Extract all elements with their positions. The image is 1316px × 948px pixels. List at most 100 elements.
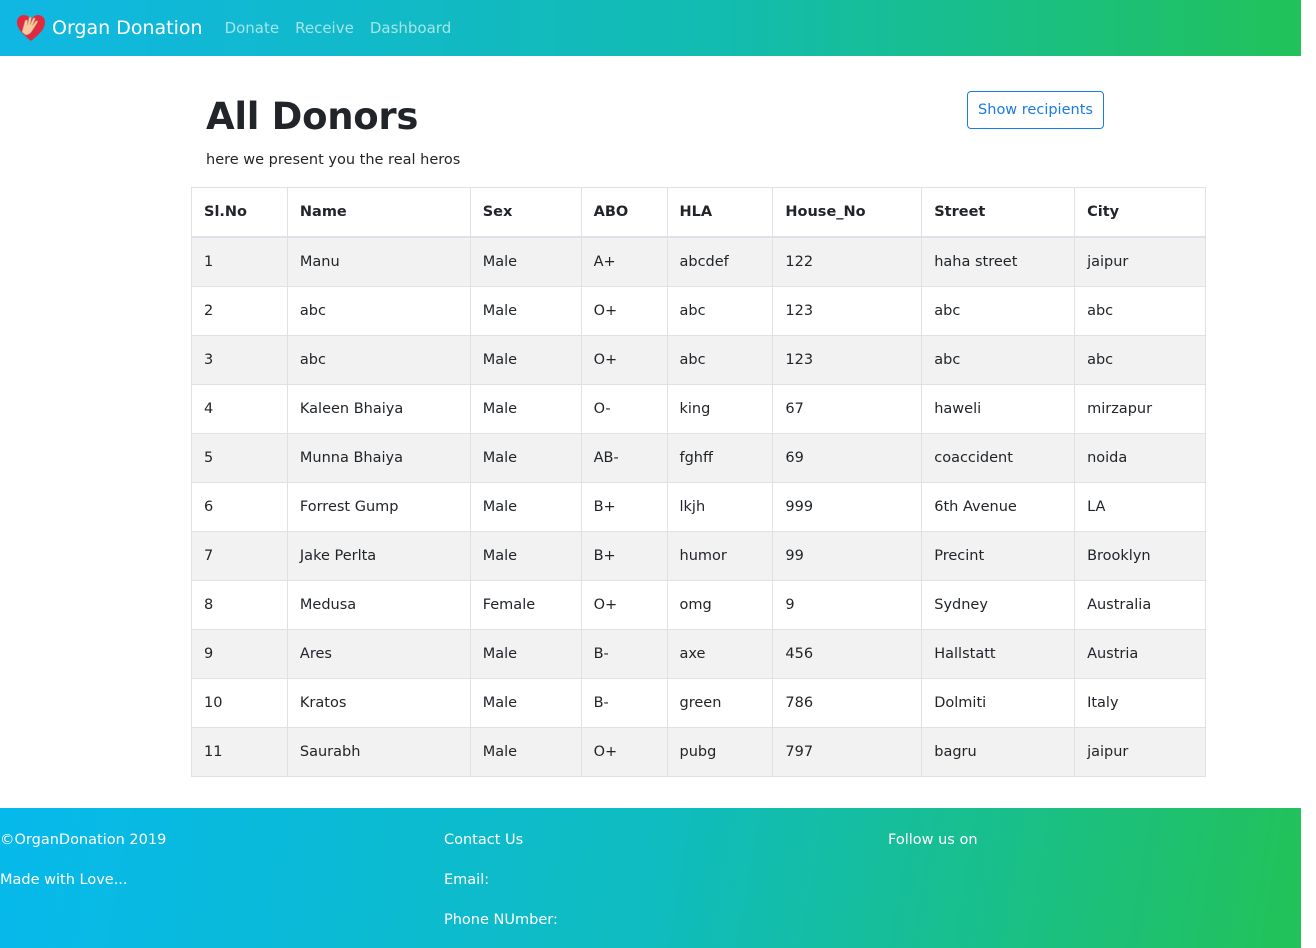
sl-no-cell: 6 <box>191 482 288 532</box>
nav-links: Donate Receive Dashboard <box>225 19 468 37</box>
house-no-cell: 123 <box>772 335 923 385</box>
table-row: 2 abc Male O+ abc 123 abc abc <box>191 286 1206 336</box>
footer-phone-label: Phone NUmber: <box>444 912 558 928</box>
name-cell: abc <box>286 286 471 336</box>
column-header: House_No <box>772 187 923 238</box>
street-cell: Precint <box>921 531 1076 581</box>
house-no-cell: 69 <box>772 433 923 483</box>
table-row: 11 Saurabh Male O+ pubg 797 bagru jaipur <box>191 727 1206 777</box>
city-cell: Italy <box>1074 678 1206 728</box>
footer-contact-heading: Contact Us <box>444 832 524 848</box>
sex-cell: Male <box>469 384 582 434</box>
name-cell: Kaleen Bhaiya <box>286 384 471 434</box>
donors-table: Sl.No Name Sex ABO HLA House_No Street C… <box>191 187 1206 777</box>
city-cell: noida <box>1074 433 1206 483</box>
street-cell: abc <box>921 335 1076 385</box>
table-row: 9 Ares Male B-axe 456 Hallstatt Austria <box>191 629 1206 679</box>
column-header: Sex <box>469 187 582 238</box>
sl-no-cell: 2 <box>191 286 288 336</box>
footer-email-label: Email: <box>444 872 490 888</box>
brand-link[interactable]: Organ Donation <box>15 12 203 44</box>
street-cell: haweli <box>921 384 1076 434</box>
sl-no-cell: 3 <box>191 335 288 385</box>
donor-rows: 1 Manu Male A+ abcdef 122 haha street jaipur 2 ab… <box>191 236 1206 777</box>
hla-cell: pubg <box>666 727 774 777</box>
hla-cell: green <box>666 678 774 728</box>
sex-cell: Female <box>469 580 582 630</box>
hla-cell: fghff <box>666 433 774 483</box>
sex-cell: Male <box>469 335 582 385</box>
house-no-cell: 9 <box>772 580 923 630</box>
name-cell: Kratos <box>286 678 471 728</box>
hla-cell: lkjh <box>666 482 774 532</box>
street-cell: bagru <box>921 727 1076 777</box>
house-no-cell: 786 <box>772 678 923 728</box>
abo-cell: O+ <box>580 286 668 336</box>
city-cell: Austria <box>1074 629 1206 679</box>
street-cell: haha street <box>921 236 1076 287</box>
abo-cell: O- <box>580 384 668 434</box>
house-no-cell: 123 <box>772 286 923 336</box>
name-cell: Manu <box>286 236 471 287</box>
column-header: ABO <box>580 187 668 238</box>
page-subtitle: here we present you the real heros <box>206 152 461 168</box>
city-cell: Australia <box>1074 580 1206 630</box>
house-no-cell: 122 <box>772 236 923 287</box>
sex-cell: Male <box>469 678 582 728</box>
sex-cell: Male <box>469 727 582 777</box>
hla-cell: king <box>666 384 774 434</box>
hla-cell: abc <box>666 335 774 385</box>
sl-no-cell: 9 <box>191 629 288 679</box>
footer: ©OrganDonation 2019 Made with Love... Co… <box>0 808 1301 948</box>
sl-no-cell: 10 <box>191 678 288 728</box>
sex-cell: Male <box>469 286 582 336</box>
name-cell: Medusa <box>286 580 471 630</box>
abo-cell: B+ <box>580 482 668 532</box>
navbar: Organ Donation Donate Receive Dashboard <box>0 0 1301 56</box>
brand-name: Organ Donation <box>52 17 203 39</box>
name-cell: Saurabh <box>286 727 471 777</box>
sl-no-cell: 1 <box>191 236 288 287</box>
sl-no-cell: 5 <box>191 433 288 483</box>
heart-hand-icon <box>17 15 45 41</box>
sl-no-cell: 8 <box>191 580 288 630</box>
house-no-cell: 67 <box>772 384 923 434</box>
house-no-cell: 797 <box>772 727 923 777</box>
hla-cell: humor <box>666 531 774 581</box>
name-cell: Munna Bhaiya <box>286 433 471 483</box>
nav-link-donate[interactable]: Donate <box>225 19 280 37</box>
city-cell: jaipur <box>1074 236 1206 287</box>
city-cell: abc <box>1074 335 1206 385</box>
house-no-cell: 456 <box>772 629 923 679</box>
table-row: 6 Forrest Gump Male B+ lkjh 999 6th Avenue LA <box>191 482 1206 532</box>
sex-cell: Male <box>469 482 582 532</box>
house-no-cell: 999 <box>772 482 923 532</box>
column-header: Sl.No <box>191 187 288 238</box>
nav-link-receive[interactable]: Receive <box>295 19 354 37</box>
column-header: HLA <box>666 187 774 238</box>
sl-no-cell: 7 <box>191 531 288 581</box>
column-header: Street <box>921 187 1076 238</box>
table-row: 4 Kaleen Bhaiya Male O-king 67 haweli mirzapur <box>191 384 1206 434</box>
show-recipients-button[interactable]: Show recipients <box>967 91 1104 129</box>
street-cell: Sydney <box>921 580 1076 630</box>
street-cell: 6th Avenue <box>921 482 1076 532</box>
sex-cell: Male <box>469 236 582 287</box>
hla-cell: abcdef <box>666 236 774 287</box>
sex-cell: Male <box>469 629 582 679</box>
street-cell: Dolmiti <box>921 678 1076 728</box>
city-cell: LA <box>1074 482 1206 532</box>
nav-link-dashboard[interactable]: Dashboard <box>370 19 451 37</box>
table-row: 5 Munna Bhaiya Male AB-fghff 69 coaccident noi… <box>191 433 1206 483</box>
sl-no-cell: 4 <box>191 384 288 434</box>
city-cell: abc <box>1074 286 1206 336</box>
footer-follow-heading: Follow us on <box>888 832 978 848</box>
abo-cell: O+ <box>580 727 668 777</box>
footer-copyright: ©OrganDonation 2019 <box>0 832 167 848</box>
abo-cell: B- <box>580 678 668 728</box>
hla-cell: abc <box>666 286 774 336</box>
sl-no-cell: 11 <box>191 727 288 777</box>
city-cell: Brooklyn <box>1074 531 1206 581</box>
table-header-row: Sl.No Name Sex ABO HLA House_No Street C… <box>191 187 1206 238</box>
street-cell: abc <box>921 286 1076 336</box>
